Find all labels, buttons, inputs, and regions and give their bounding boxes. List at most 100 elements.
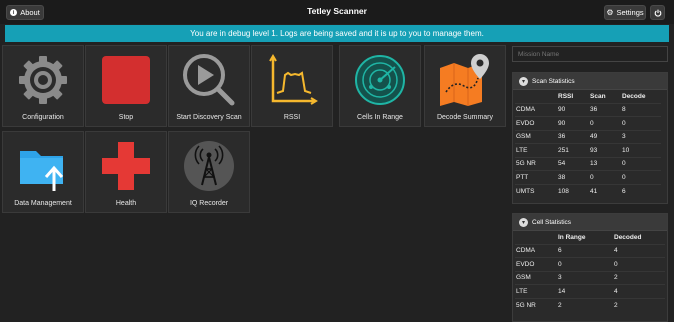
play-magnifier-icon	[177, 52, 241, 108]
scan-statistics-panel: ▾ Scan Statistics RSSI Scan Decode CDMA 9…	[512, 72, 668, 204]
cell: 90	[557, 102, 589, 117]
cell: 36	[557, 129, 589, 144]
cell: 0	[589, 170, 621, 184]
tile-stop[interactable]: Stop	[85, 45, 167, 127]
cell: 2	[613, 270, 665, 285]
rssi-graph-icon	[260, 52, 324, 108]
cell: 8	[621, 102, 661, 117]
chevron-down-icon: ▾	[519, 76, 528, 86]
chevron-down-icon: ▾	[519, 217, 528, 227]
top-bar: i About Tetley Scanner ⚙ Settings	[0, 0, 674, 24]
cell: LTE	[515, 284, 557, 298]
cell: 38	[557, 170, 589, 184]
cell: LTE	[515, 143, 557, 157]
cell: 0	[613, 257, 665, 271]
tile-label: Stop	[118, 114, 134, 121]
tile-label: Data Management	[14, 200, 72, 207]
table-row: CDMA 90 36 8	[515, 102, 661, 117]
cell: 49	[589, 129, 621, 144]
tile-data-management[interactable]: Data Management	[2, 131, 84, 213]
table-row: UMTS 108 41 6	[515, 183, 661, 198]
tile-label: Decode Summary	[436, 114, 494, 121]
cell: PTT	[515, 170, 557, 184]
cell: 4	[613, 284, 665, 298]
table-row: GSM 36 49 3	[515, 129, 661, 144]
cell: 13	[589, 156, 621, 171]
column-header: RSSI	[558, 92, 574, 100]
cell: 2	[557, 297, 613, 312]
cell: 0	[621, 156, 661, 171]
cell: 0	[589, 116, 621, 130]
cell: CDMA	[515, 243, 557, 258]
settings-button[interactable]: ⚙ Settings	[604, 5, 646, 20]
health-cross-icon	[94, 138, 158, 194]
tile-health[interactable]: Health	[85, 131, 167, 213]
cell: 3	[557, 270, 613, 285]
tile-label: Health	[115, 200, 137, 207]
cell-statistics-header[interactable]: ▾ Cell Statistics	[513, 214, 667, 231]
cell: 2	[613, 297, 665, 312]
stop-icon	[94, 52, 158, 108]
cell: 0	[621, 170, 661, 184]
cell: 90	[557, 116, 589, 130]
cell: GSM	[515, 129, 557, 144]
panel-title: Scan Statistics	[532, 77, 575, 85]
table-row: 5G NR 54 13 0	[515, 156, 661, 171]
column-header: Scan	[590, 92, 606, 100]
tile-start-discovery-scan[interactable]: Start Discovery Scan	[168, 45, 250, 127]
cell: 5G NR	[515, 297, 557, 312]
cell: 4	[613, 243, 665, 258]
cell: 108	[557, 183, 589, 198]
tile-cells-in-range[interactable]: Cells In Range	[339, 45, 421, 127]
table-row: EVDO 90 0 0	[515, 116, 661, 130]
cell: 5G NR	[515, 156, 557, 171]
table-header-row: RSSI Scan Decode	[515, 90, 661, 103]
scan-statistics-header[interactable]: ▾ Scan Statistics	[513, 73, 667, 90]
tile-decode-summary[interactable]: Decode Summary	[424, 45, 506, 127]
column-header: Decoded	[614, 233, 642, 241]
cell: 0	[557, 257, 613, 271]
tile-label: Configuration	[22, 114, 64, 121]
table-row: 5G NR 2 2	[515, 297, 665, 312]
power-icon	[654, 9, 661, 17]
cell: 3	[621, 129, 661, 144]
cell: 54	[557, 156, 589, 171]
table-row: LTE 14 4	[515, 284, 665, 298]
folder-upload-icon	[11, 138, 75, 194]
cell: 6	[621, 183, 661, 198]
cell: CDMA	[515, 102, 557, 117]
cell: 93	[589, 143, 621, 157]
column-header	[515, 231, 557, 244]
app-title: Tetley Scanner	[307, 6, 367, 16]
panel-title: Cell Statistics	[532, 218, 572, 226]
tile-configuration[interactable]: Configuration	[2, 45, 84, 127]
cell: 14	[557, 284, 613, 298]
scan-statistics-table: RSSI Scan Decode CDMA 90 36 8 EVDO 90 0 0 GSM 3…	[515, 90, 661, 198]
tile-label: IQ Recorder	[189, 200, 229, 207]
antenna-tower-icon	[177, 138, 241, 194]
cell-statistics-panel: ▾ Cell Statistics In Range Decoded CDMA 6…	[512, 213, 668, 322]
table-header-row: In Range Decoded	[515, 231, 665, 244]
table-row: PTT 38 0 0	[515, 170, 661, 184]
cell: UMTS	[515, 183, 557, 198]
tile-label: RSSI	[283, 114, 301, 121]
cell: 6	[557, 243, 613, 258]
cell: GSM	[515, 270, 557, 285]
cell: 0	[621, 116, 661, 130]
map-pin-icon	[433, 52, 497, 108]
mission-name-input[interactable]	[512, 46, 668, 62]
table-row: EVDO 0 0	[515, 257, 665, 271]
column-header: In Range	[558, 233, 586, 241]
settings-label: Settings	[616, 8, 644, 17]
tile-label: Start Discovery Scan	[176, 114, 242, 121]
cell-statistics-table: In Range Decoded CDMA 6 4 EVDO 0 0 GSM 3 2 LTE…	[515, 231, 665, 312]
column-header	[515, 90, 557, 103]
tile-iq-recorder[interactable]: IQ Recorder	[168, 131, 250, 213]
table-row: CDMA 6 4	[515, 243, 665, 258]
cell: 41	[589, 183, 621, 198]
table-row: GSM 3 2	[515, 270, 665, 285]
cell: EVDO	[515, 257, 557, 271]
power-button[interactable]	[650, 5, 665, 20]
gear-icon	[11, 52, 75, 108]
tile-rssi[interactable]: RSSI	[251, 45, 333, 127]
